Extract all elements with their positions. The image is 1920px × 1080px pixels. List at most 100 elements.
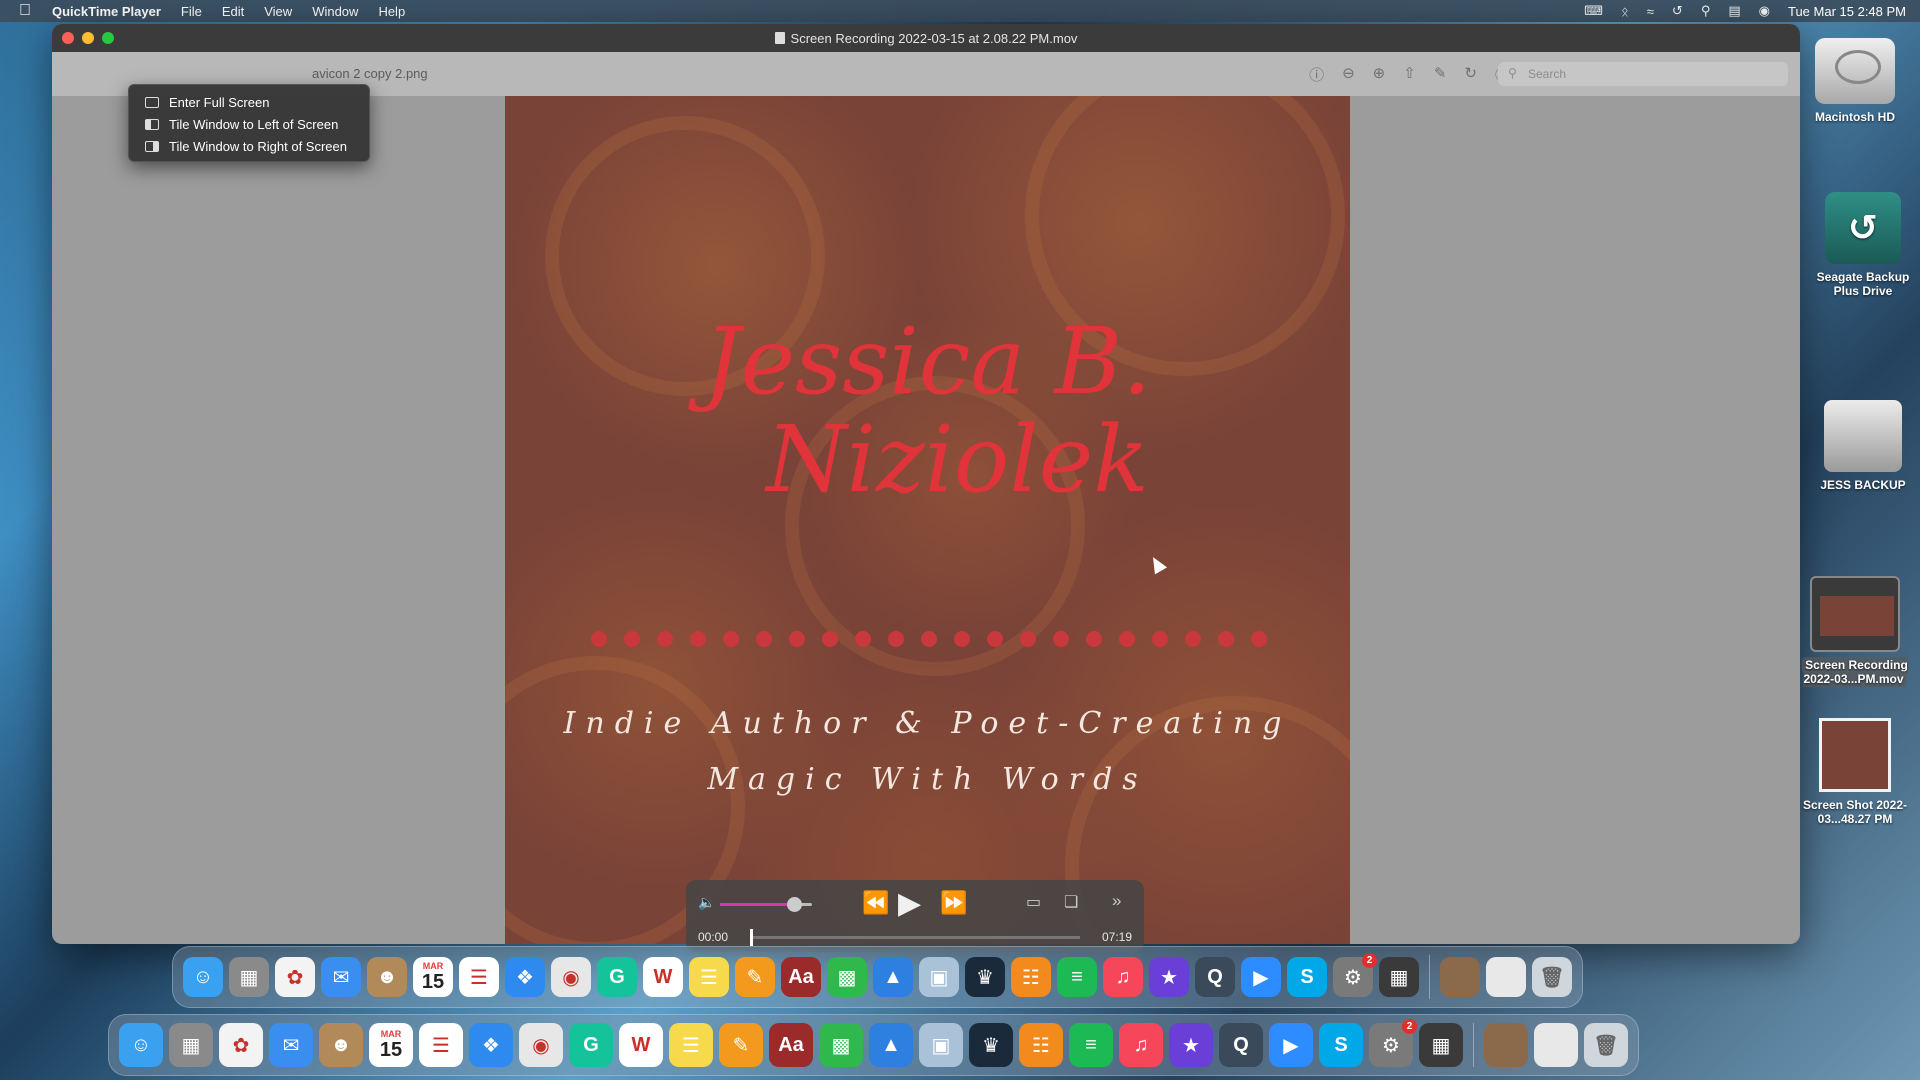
word-icon[interactable]: W bbox=[643, 957, 683, 997]
desktop-item-jess-backup[interactable]: JESS BACKUP bbox=[1808, 400, 1918, 492]
picture-in-picture-icon[interactable]: ❏ bbox=[1064, 892, 1078, 912]
chrome-icon[interactable]: ◉ bbox=[519, 1023, 563, 1067]
bluetooth-icon[interactable]: ᛟ bbox=[1621, 4, 1629, 19]
desktop-item-screen-shot[interactable]: Screen Shot 2022-03...48.27 PM bbox=[1800, 718, 1910, 826]
launchpad-icon[interactable]: ▦ bbox=[169, 1023, 213, 1067]
app-menu[interactable]: QuickTime Player bbox=[50, 4, 171, 19]
preview-icon[interactable]: ▣ bbox=[919, 957, 959, 997]
rewind-icon[interactable]: ⏪ bbox=[862, 890, 889, 916]
zoom-icon[interactable]: ▶ bbox=[1269, 1023, 1313, 1067]
photos-icon[interactable]: ✿ bbox=[275, 957, 315, 997]
recent-app-photo-icon[interactable] bbox=[1484, 1023, 1528, 1067]
fullscreen-window-button[interactable] bbox=[102, 32, 114, 44]
spotify-icon[interactable]: ≡ bbox=[1069, 1023, 1113, 1067]
numbers-icon[interactable]: ▩ bbox=[819, 1023, 863, 1067]
chrome-icon[interactable]: ◉ bbox=[551, 957, 591, 997]
numbers-icon[interactable]: ▩ bbox=[827, 957, 867, 997]
zoom-icon[interactable]: ▶ bbox=[1241, 957, 1281, 997]
rotate-icon[interactable]: ↻ bbox=[1464, 64, 1477, 85]
volume-slider[interactable] bbox=[720, 897, 812, 912]
tile-right-item[interactable]: Tile Window to Right of Screen bbox=[129, 135, 369, 157]
volume-knob[interactable] bbox=[786, 897, 802, 912]
time-machine-icon[interactable]: ↺ bbox=[1672, 3, 1683, 19]
trash-icon[interactable]: 🗑 bbox=[1584, 1023, 1628, 1067]
keynote-icon[interactable]: ▲ bbox=[873, 957, 913, 997]
kindle-icon[interactable]: ♛ bbox=[969, 1023, 1013, 1067]
menu-file[interactable]: File bbox=[171, 4, 212, 19]
volume-icon[interactable]: 🔈 bbox=[698, 894, 715, 911]
spotlight-icon[interactable]: ⚲ bbox=[1701, 3, 1711, 19]
spotify-icon[interactable]: ≡ bbox=[1057, 957, 1097, 997]
zoom-out-icon[interactable]: ⊖ bbox=[1342, 64, 1355, 85]
calendar-icon[interactable]: MAR 15 bbox=[369, 1023, 413, 1067]
finder-icon[interactable]: ☺ bbox=[119, 1023, 163, 1067]
reminders-icon[interactable]: ☰ bbox=[459, 957, 499, 997]
control-center-icon[interactable]: ▤ bbox=[1728, 3, 1740, 19]
system-preferences-icon[interactable]: ⚙ 2 bbox=[1369, 1019, 1417, 1067]
menu-edit[interactable]: Edit bbox=[212, 4, 254, 19]
keyboard-input-icon[interactable]: ⌨ bbox=[1584, 3, 1603, 19]
photos-icon[interactable]: ✿ bbox=[219, 1023, 263, 1067]
notes-icon[interactable]: ☰ bbox=[689, 957, 729, 997]
mail-icon[interactable]: ✉ bbox=[269, 1023, 313, 1067]
contacts-icon[interactable]: ☻ bbox=[319, 1023, 363, 1067]
desktop-item-seagate-backup[interactable]: ↺ Seagate Backup Plus Drive bbox=[1808, 192, 1918, 298]
desktop-item-macintosh-hd[interactable]: Macintosh HD bbox=[1800, 38, 1910, 124]
airplay-icon[interactable]: ▭ bbox=[1026, 892, 1041, 912]
scrubber-playhead[interactable] bbox=[750, 929, 753, 946]
quicktime-icon[interactable]: Q bbox=[1195, 957, 1235, 997]
markup-icon[interactable]: ✎ bbox=[1434, 64, 1447, 85]
contacts-icon[interactable]: ☻ bbox=[367, 957, 407, 997]
books-icon[interactable]: ☷ bbox=[1019, 1023, 1063, 1067]
skype-icon[interactable]: S bbox=[1287, 957, 1327, 997]
fast-forward-icon[interactable]: ⏩ bbox=[940, 890, 967, 916]
word-icon[interactable]: W bbox=[619, 1023, 663, 1067]
siri-icon[interactable]: ◉ bbox=[1759, 3, 1770, 19]
desktop-item-screen-recording[interactable]: Screen Recording 2022-03...PM.mov bbox=[1800, 576, 1910, 687]
minimized-window-icon[interactable] bbox=[1534, 1023, 1578, 1067]
recent-app-photo-icon[interactable] bbox=[1440, 957, 1480, 997]
keynote-icon[interactable]: ▲ bbox=[869, 1023, 913, 1067]
minimized-window-icon[interactable] bbox=[1486, 957, 1526, 997]
menu-help[interactable]: Help bbox=[368, 4, 415, 19]
pages-icon[interactable]: ✎ bbox=[719, 1023, 763, 1067]
finder-icon[interactable]: ☺ bbox=[183, 957, 223, 997]
books-icon[interactable]: ☷ bbox=[1011, 957, 1051, 997]
share-icon[interactable]: ⇧ bbox=[1403, 64, 1416, 85]
reminders-icon[interactable]: ☰ bbox=[419, 1023, 463, 1067]
enter-full-screen-item[interactable]: Enter Full Screen bbox=[129, 91, 369, 113]
safari-icon[interactable]: ❖ bbox=[505, 957, 545, 997]
music-icon[interactable]: ♫ bbox=[1103, 957, 1143, 997]
menu-view[interactable]: View bbox=[254, 4, 302, 19]
imovie-icon[interactable]: ★ bbox=[1149, 957, 1189, 997]
apple-menu-icon[interactable]:  bbox=[0, 2, 50, 20]
grammarly-icon[interactable]: G bbox=[569, 1023, 613, 1067]
system-preferences-icon[interactable]: ⚙ 2 bbox=[1333, 953, 1377, 997]
play-icon[interactable]: ▶ bbox=[898, 886, 921, 921]
calculator-icon[interactable]: ▦ bbox=[1419, 1023, 1463, 1067]
scrubber[interactable] bbox=[750, 929, 1080, 946]
menubar-clock[interactable]: Tue Mar 15 2:48 PM bbox=[1788, 4, 1906, 19]
preview-icon[interactable]: ▣ bbox=[919, 1023, 963, 1067]
info-icon[interactable]: ⓘ bbox=[1309, 64, 1324, 85]
video-frame[interactable]: Jessica B. Niziolek Indie Author & Poet-… bbox=[505, 96, 1350, 944]
window-titlebar[interactable]: Screen Recording 2022-03-15 at 2.08.22 P… bbox=[52, 24, 1800, 52]
kindle-icon[interactable]: ♛ bbox=[965, 957, 1005, 997]
zoom-in-icon[interactable]: ⊕ bbox=[1373, 64, 1386, 85]
dictionary-icon[interactable]: Aa bbox=[781, 957, 821, 997]
minimize-window-button[interactable] bbox=[82, 32, 94, 44]
skype-icon[interactable]: S bbox=[1319, 1023, 1363, 1067]
trash-icon[interactable]: 🗑 bbox=[1532, 957, 1572, 997]
notes-icon[interactable]: ☰ bbox=[669, 1023, 713, 1067]
more-options-icon[interactable]: » bbox=[1112, 891, 1121, 911]
close-window-button[interactable] bbox=[62, 32, 74, 44]
tile-left-item[interactable]: Tile Window to Left of Screen bbox=[129, 113, 369, 135]
launchpad-icon[interactable]: ▦ bbox=[229, 957, 269, 997]
music-icon[interactable]: ♫ bbox=[1119, 1023, 1163, 1067]
safari-icon[interactable]: ❖ bbox=[469, 1023, 513, 1067]
dictionary-icon[interactable]: Aa bbox=[769, 1023, 813, 1067]
menu-window[interactable]: Window bbox=[302, 4, 368, 19]
calendar-icon[interactable]: MAR 15 bbox=[413, 957, 453, 997]
calculator-icon[interactable]: ▦ bbox=[1379, 957, 1419, 997]
quicktime-icon[interactable]: Q bbox=[1219, 1023, 1263, 1067]
